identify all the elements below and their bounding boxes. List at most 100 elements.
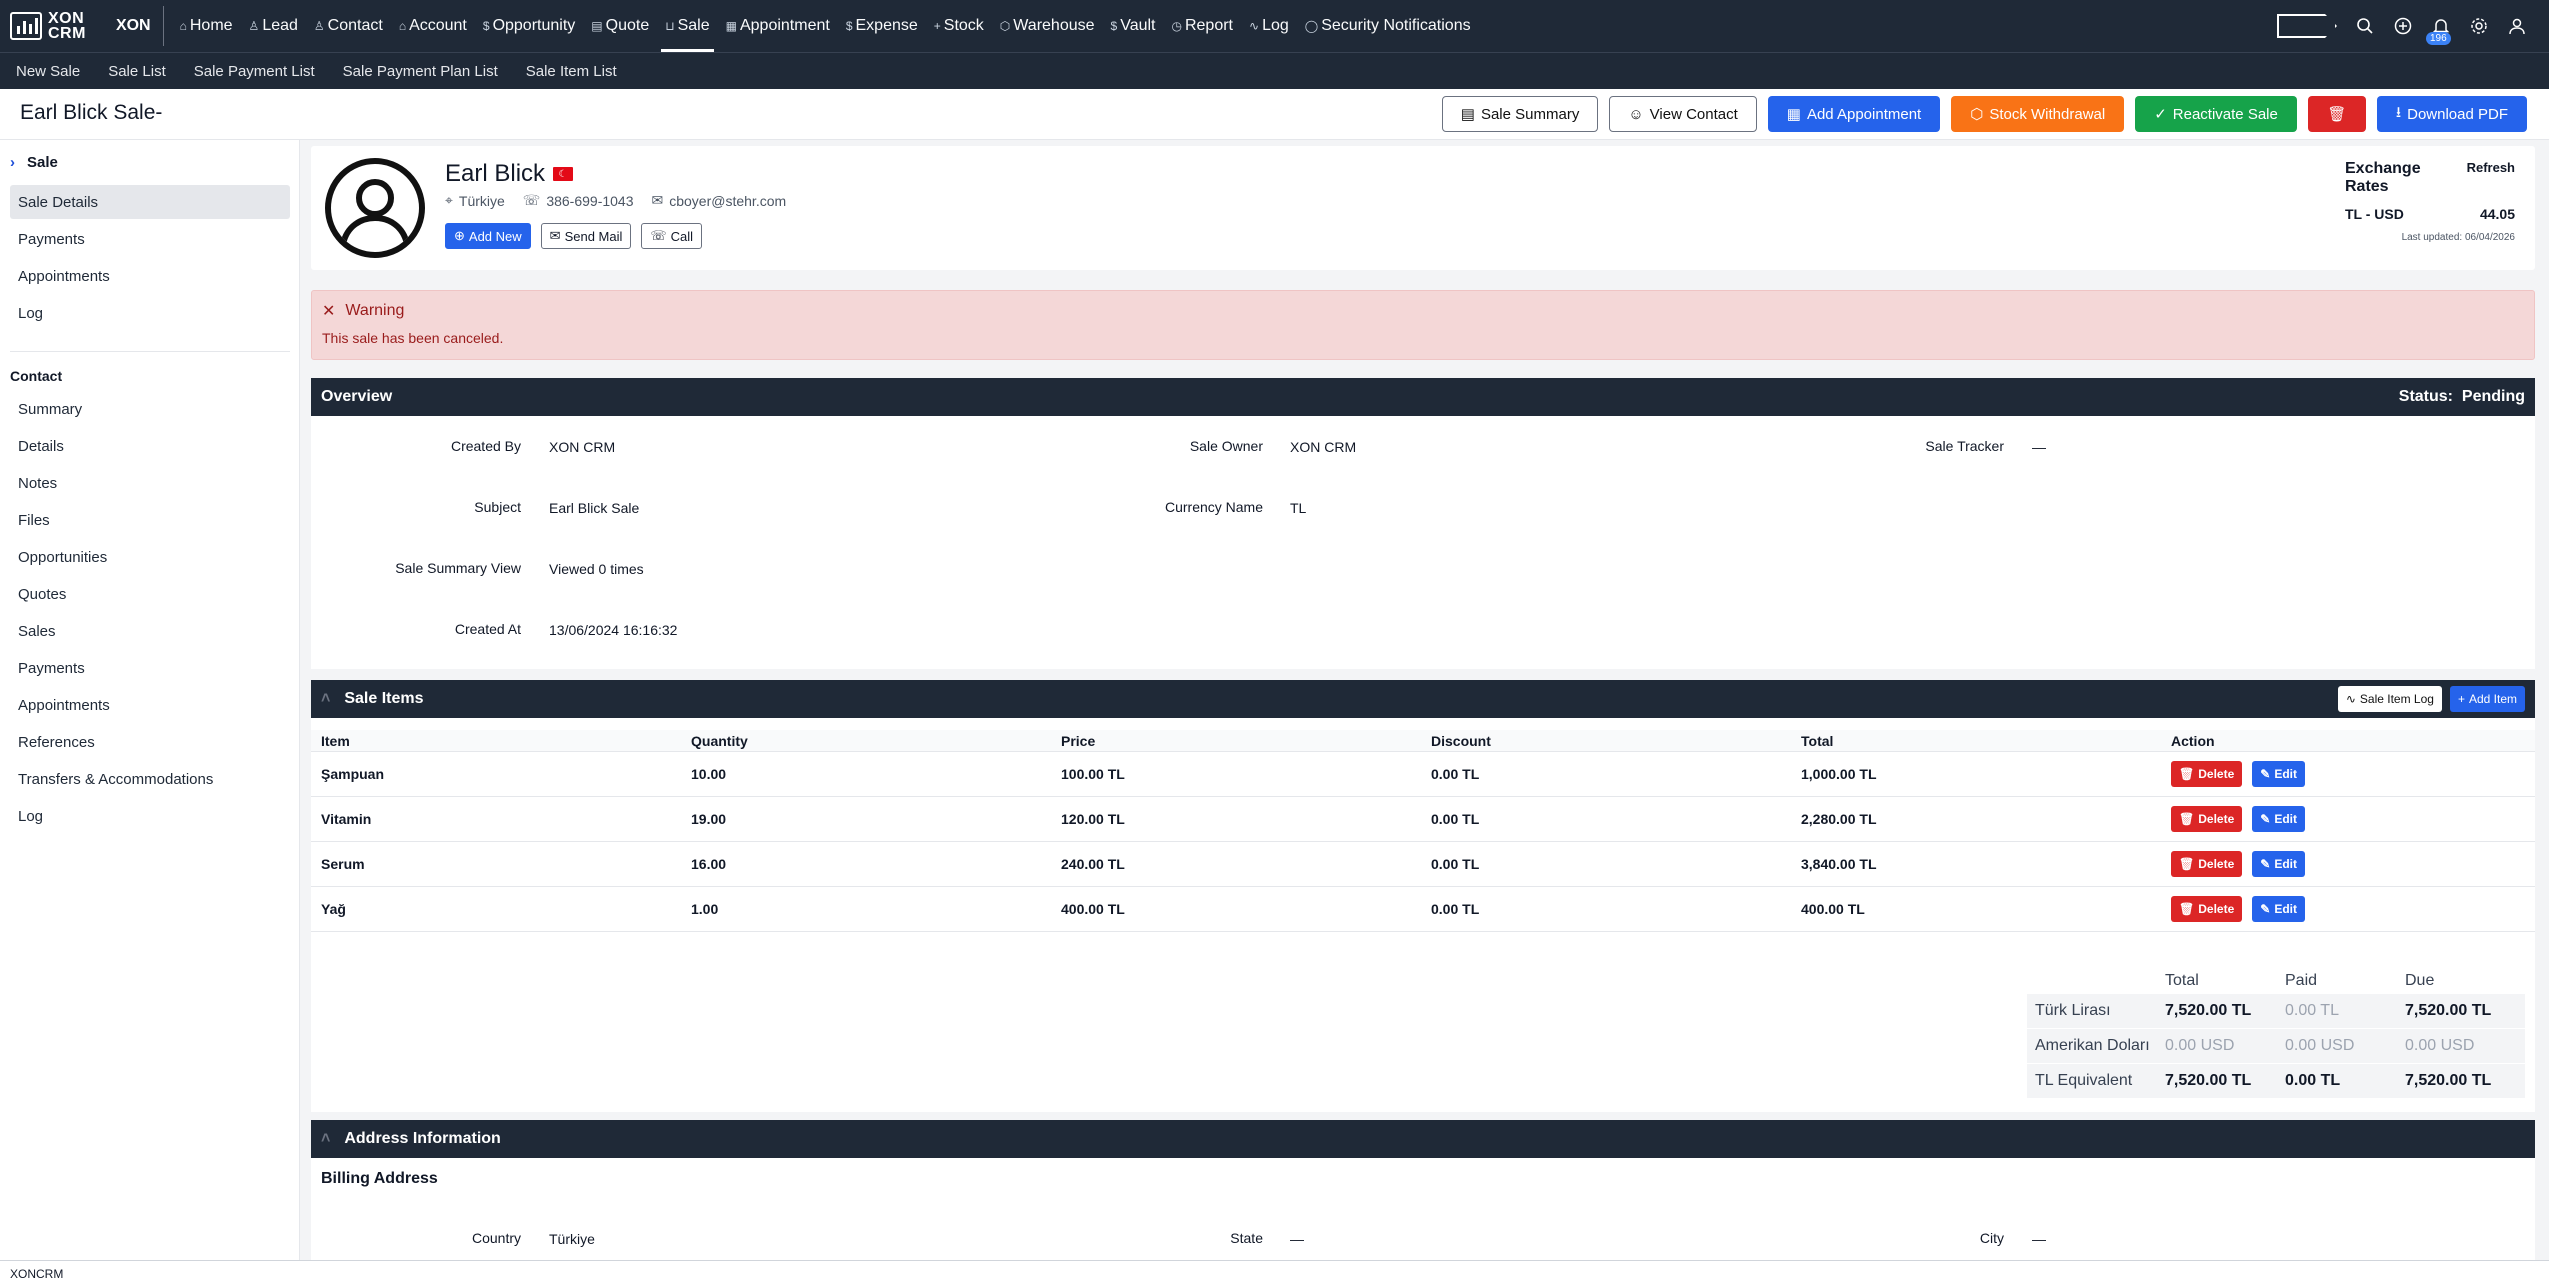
sidebar-item-sale-details[interactable]: Sale Details <box>10 185 290 219</box>
add-appointment-button[interactable]: ▦ Add Appointment <box>1767 96 1941 132</box>
org-name[interactable]: XON <box>100 6 164 46</box>
subnav-sale-payment-list[interactable]: Sale Payment List <box>186 63 323 80</box>
sidebar-contact-references[interactable]: References <box>10 725 290 759</box>
gear-icon[interactable] <box>2469 16 2489 36</box>
sidebar-item-log[interactable]: Log <box>10 296 290 330</box>
summary-view-label: Sale Summary View <box>395 560 521 576</box>
user-profile-icon[interactable] <box>2507 16 2527 36</box>
nav-item-label: Opportunity <box>492 17 576 34</box>
sale-summary-button[interactable]: ▤ Sale Summary <box>1441 96 1599 132</box>
sale-item-log-button[interactable]: ∿ Sale Item Log <box>2337 686 2442 712</box>
add-circle-icon[interactable] <box>2393 16 2413 36</box>
sidebar-contact-notes[interactable]: Notes <box>10 466 290 500</box>
chevron-up-icon[interactable]: ˄ <box>321 1130 330 1148</box>
phone-icon: ☏ <box>522 192 541 208</box>
send-mail-button[interactable]: ✉ Send Mail <box>540 223 632 249</box>
totals-due: 0.00 USD <box>2405 1037 2475 1054</box>
cell-discount: 0.00 TL <box>1431 901 1480 917</box>
delete-item-button[interactable]: 🗑 Delete <box>2171 806 2243 832</box>
nav-item-report[interactable]: ◷ Report <box>1163 0 1241 52</box>
nav-item-label: Expense <box>855 17 918 34</box>
nav-item-opportunity[interactable]: $ Opportunity <box>475 0 583 52</box>
totals-row-label: Türk Lirası <box>2035 1002 2111 1019</box>
subnav-sale-list[interactable]: Sale List <box>100 63 174 80</box>
created-at-value: 13/06/2024 16:16:32 <box>549 622 678 638</box>
sidebar-contact-log[interactable]: Log <box>10 799 290 833</box>
delete-item-button[interactable]: 🗑 Delete <box>2171 761 2243 787</box>
totals-table: Total Paid Due Türk Lirası 7,520.00 TL 0.00 … <box>2027 968 2525 1099</box>
subnav-sale-payment-plan-list[interactable]: Sale Payment Plan List <box>335 63 506 80</box>
trash-icon: 🗑 <box>2179 902 2195 916</box>
nav-item-sale[interactable]: ⊔ Sale <box>657 0 717 52</box>
sidebar-section-sale[interactable]: › Sale <box>10 154 58 171</box>
edit-item-button[interactable]: ✎ Edit <box>2252 896 2305 922</box>
stock-withdrawal-button[interactable]: ⬡ Stock Withdrawal <box>1951 96 2125 132</box>
nav-item-contact[interactable]: ♙ Contact <box>306 0 391 52</box>
sidebar-contact-opportunities[interactable]: Opportunities <box>10 540 290 574</box>
download-pdf-button[interactable]: ⭳ Download PDF <box>2376 96 2527 132</box>
bell-icon[interactable]: 196 <box>2426 16 2451 45</box>
sidebar-contact-files[interactable]: Files <box>10 503 290 537</box>
delete-item-button[interactable]: 🗑 Delete <box>2171 896 2243 922</box>
contact-email[interactable]: ✉ cboyer@stehr.com <box>652 192 787 209</box>
trash-icon: 🗑 <box>2327 106 2347 123</box>
nav-item-log[interactable]: ∿ Log <box>1241 0 1297 52</box>
arrow-box-icon[interactable] <box>2277 14 2337 38</box>
totals-total: 7,520.00 TL <box>2165 1002 2252 1019</box>
nav-item-quote[interactable]: ▤ Quote <box>583 0 657 52</box>
calendar-icon: ▦ <box>725 19 737 33</box>
column-header: Action <box>2171 732 2215 749</box>
sidebar-contact-transfers-accommodations[interactable]: Transfers & Accommodations <box>10 762 290 796</box>
nav-item-vault[interactable]: $ Vault <box>1103 0 1164 52</box>
brand-logo[interactable]: XON CRM <box>10 11 100 42</box>
cell-item: Yağ <box>321 901 346 917</box>
subnav-new-sale[interactable]: New Sale <box>8 63 88 80</box>
sidebar-item-appointments[interactable]: Appointments <box>10 259 290 293</box>
edit-item-button[interactable]: ✎ Edit <box>2252 851 2305 877</box>
search-icon[interactable] <box>2355 16 2375 36</box>
box-icon: ⬡ <box>1970 106 1984 123</box>
edit-label: Edit <box>2274 812 2297 826</box>
page-header: Earl Blick Sale- ▤ Sale Summary ☺ View Con… <box>0 89 2549 140</box>
call-button[interactable]: ☏ Call <box>641 223 703 249</box>
view-contact-button[interactable]: ☺ View Contact <box>1609 96 1757 132</box>
sidebar-contact-details[interactable]: Details <box>10 429 290 463</box>
table-row: Yağ 1.00 400.00 TL 0.00 TL 400.00 TL 🗑 Delete ✎… <box>311 887 2535 932</box>
sidebar-contact-quotes[interactable]: Quotes <box>10 577 290 611</box>
refresh-link[interactable]: Refresh <box>2467 160 2515 196</box>
add-item-button[interactable]: + Add Item <box>2449 686 2525 712</box>
pencil-icon: ✎ <box>2260 902 2271 916</box>
nav-item-security-notifications[interactable]: ◯ Security Notifications <box>1297 0 1479 52</box>
exchange-rates: Exchange Rates Refresh TL - USD 44.05 Last… <box>2345 160 2515 243</box>
contact-phone[interactable]: ☏ 386-699-1043 <box>523 192 634 209</box>
nav-item-warehouse[interactable]: ⬡ Warehouse <box>992 0 1103 52</box>
delete-label: Delete <box>2198 767 2235 781</box>
totals-paid: 0.00 TL <box>2285 1072 2341 1089</box>
nav-item-expense[interactable]: $ Expense <box>838 0 926 52</box>
nav-item-stock[interactable]: + Stock <box>926 0 992 52</box>
close-icon[interactable]: ✕ <box>322 301 335 321</box>
sidebar-contact-payments[interactable]: Payments <box>10 651 290 685</box>
delete-item-button[interactable]: 🗑 Delete <box>2171 851 2243 877</box>
sidebar-item-payments[interactable]: Payments <box>10 222 290 256</box>
edit-item-button[interactable]: ✎ Edit <box>2252 806 2305 832</box>
reactivate-sale-button[interactable]: ✓ Reactivate Sale <box>2135 96 2297 132</box>
add-new-button[interactable]: ⊕ Add New <box>445 223 531 249</box>
document-icon: ▤ <box>1460 106 1475 123</box>
dollar-icon: $ <box>482 19 490 33</box>
delete-sale-button[interactable]: 🗑 <box>2307 96 2366 132</box>
nav-item-label: Vault <box>1120 17 1156 34</box>
sidebar-contact-summary[interactable]: Summary <box>10 392 290 426</box>
nav-item-account[interactable]: ⌂ Account <box>391 0 475 52</box>
contact-name: Earl Blick <box>445 160 546 187</box>
nav-item-appointment[interactable]: ▦ Appointment <box>718 0 838 52</box>
cell-item: Serum <box>321 856 365 872</box>
cell-item: Vitamin <box>321 811 372 827</box>
chevron-up-icon[interactable]: ˄ <box>321 690 330 708</box>
nav-item-home[interactable]: ⌂ Home <box>172 0 241 52</box>
edit-item-button[interactable]: ✎ Edit <box>2252 761 2305 787</box>
sidebar-contact-appointments[interactable]: Appointments <box>10 688 290 722</box>
subnav-sale-item-list[interactable]: Sale Item List <box>518 63 625 80</box>
nav-item-lead[interactable]: ♙ Lead <box>241 0 306 52</box>
sidebar-contact-sales[interactable]: Sales <box>10 614 290 648</box>
